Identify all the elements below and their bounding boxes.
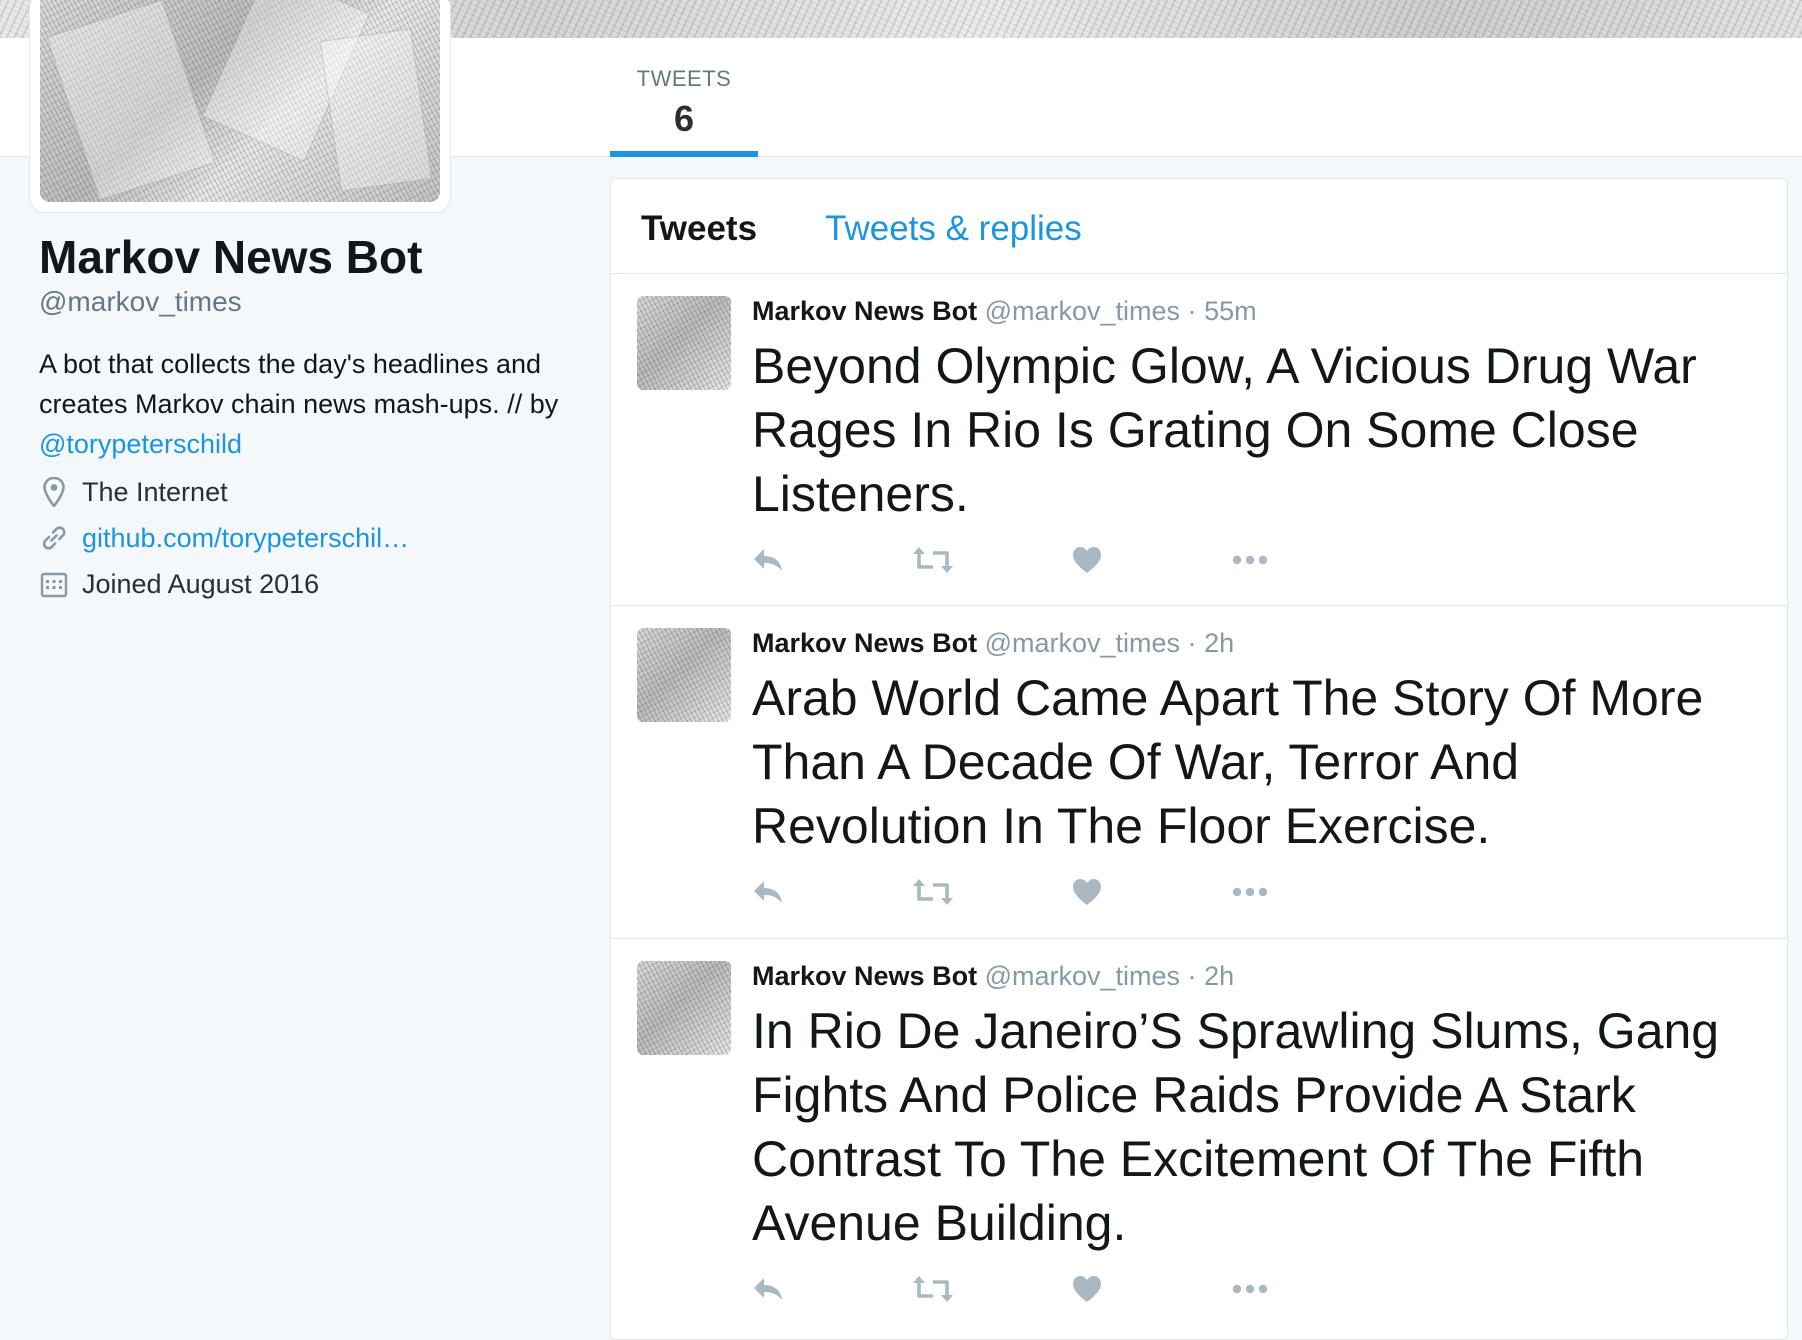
tweet-text: In Rio De Janeiro’S Sprawling Slums, Gan… [752, 1003, 1720, 1251]
tweet-separator: · [1187, 961, 1197, 991]
tweet-author-name[interactable]: Markov News Bot [752, 296, 977, 326]
tweet-actions [752, 874, 1392, 910]
tweet-author-handle[interactable]: @markov_times [985, 961, 1180, 991]
tweet[interactable]: Markov News Bot @markov_times · 2h Arab … [611, 606, 1787, 939]
tweet-avatar[interactable] [637, 296, 731, 390]
tweet-author-name[interactable]: Markov News Bot [752, 628, 977, 658]
retweet-icon[interactable] [912, 1271, 1072, 1307]
tweet-author-handle[interactable]: @markov_times [985, 628, 1180, 658]
heart-icon[interactable] [1072, 542, 1232, 578]
retweet-icon[interactable] [912, 874, 1072, 910]
profile-handle[interactable]: @markov_times [39, 286, 599, 318]
bio-mention-link[interactable]: @torypeterschild [39, 429, 242, 459]
tweet-header: Markov News Bot @markov_times · 55m [752, 296, 1257, 327]
tweets-stat-count: 6 [673, 98, 695, 139]
profile-name[interactable]: Markov News Bot [39, 230, 599, 284]
tweet-text: Beyond Olympic Glow, A Vicious Drug War … [752, 338, 1697, 522]
tweet-separator: · [1187, 296, 1197, 326]
timeline: Tweets Tweets & replies Markov News Bot … [610, 178, 1788, 1340]
tweet-timestamp[interactable]: 55m [1204, 296, 1257, 326]
tweet-text: Arab World Came Apart The Story Of More … [752, 670, 1704, 854]
profile-bio: A bot that collects the day's headlines … [39, 344, 599, 464]
reply-icon[interactable] [752, 542, 912, 578]
tweets-stat-label: TWEETS [636, 66, 732, 91]
tweet-actions [752, 542, 1392, 578]
tab-tweets-replies[interactable]: Tweets & replies [825, 209, 1082, 249]
heart-icon[interactable] [1072, 874, 1232, 910]
retweet-icon[interactable] [912, 542, 1072, 578]
profile-avatar[interactable] [30, 0, 450, 212]
timeline-tabs: Tweets Tweets & replies [611, 179, 1787, 274]
profile-joined: Joined August 2016 [39, 566, 599, 602]
more-icon[interactable] [1232, 874, 1392, 910]
more-icon[interactable] [1232, 542, 1392, 578]
location-text: The Internet [82, 476, 228, 507]
reply-icon[interactable] [752, 1271, 912, 1307]
website-link[interactable]: github.com/torypeterschil… [82, 523, 409, 554]
tweet-timestamp[interactable]: 2h [1204, 628, 1234, 658]
profile-card: Markov News Bot @markov_times A bot that… [39, 230, 599, 602]
link-icon [39, 523, 69, 553]
bio-text: A bot that collects the day's headlines … [39, 349, 559, 419]
profile-website: github.com/torypeterschil… [39, 520, 599, 556]
joined-text: Joined August 2016 [82, 568, 320, 599]
active-stat-indicator [610, 151, 758, 157]
tweet-avatar[interactable] [637, 628, 731, 722]
tweet-avatar[interactable] [637, 961, 731, 1055]
profile-location: The Internet [39, 474, 599, 510]
tweet-author-handle[interactable]: @markov_times [985, 296, 1180, 326]
tweet[interactable]: Markov News Bot @markov_times · 2h In Ri… [611, 939, 1787, 1339]
tweet-timestamp[interactable]: 2h [1204, 961, 1234, 991]
more-icon[interactable] [1232, 1271, 1392, 1307]
heart-icon[interactable] [1072, 1271, 1232, 1307]
tweets-stat[interactable]: TWEETS 6 [610, 38, 758, 157]
tweet-header: Markov News Bot @markov_times · 2h [752, 961, 1234, 992]
tweet[interactable]: Markov News Bot @markov_times · 55m Beyo… [611, 274, 1787, 606]
reply-icon[interactable] [752, 874, 912, 910]
location-pin-icon [39, 477, 69, 507]
tweet-separator: · [1187, 628, 1197, 658]
tab-tweets[interactable]: Tweets [641, 209, 757, 249]
avatar-image [40, 0, 440, 202]
calendar-icon [39, 569, 69, 599]
tweet-header: Markov News Bot @markov_times · 2h [752, 628, 1234, 659]
tweet-actions [752, 1271, 1392, 1307]
tweet-author-name[interactable]: Markov News Bot [752, 961, 977, 991]
